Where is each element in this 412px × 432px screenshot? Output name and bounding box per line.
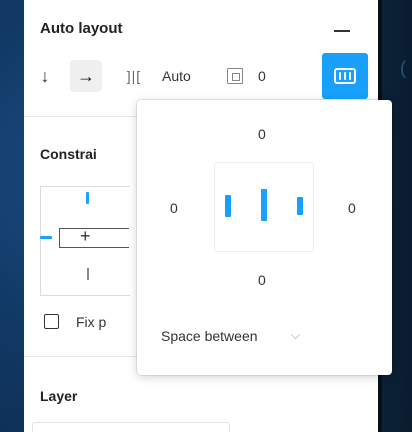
constraint-left-handle[interactable] — [40, 236, 52, 239]
padding-right-value[interactable]: 0 — [348, 200, 356, 216]
alignment-button[interactable] — [322, 53, 368, 99]
distribution-dropdown[interactable]: Space between — [161, 328, 258, 344]
alignment-icon-bar — [343, 72, 346, 80]
alignment-grid[interactable] — [214, 162, 314, 252]
alignment-bar-center — [261, 189, 267, 221]
spacing-between-icon[interactable]: ]|[ — [120, 60, 148, 92]
arrow-down-icon[interactable]: ↓ — [32, 60, 58, 92]
padding-value[interactable]: 0 — [258, 68, 266, 84]
minus-icon[interactable] — [334, 30, 350, 32]
constraints-title: Constrai — [40, 146, 97, 162]
alignment-icon-bar — [348, 72, 351, 80]
background-decoration: ( — [400, 58, 406, 78]
alignment-bar-left — [225, 195, 231, 217]
alignment-icon — [334, 68, 356, 84]
constraint-top-handle[interactable] — [86, 192, 89, 204]
layer-title: Layer — [40, 388, 78, 404]
padding-top-value[interactable]: 0 — [258, 126, 266, 142]
arrow-right-icon[interactable]: → — [70, 60, 102, 92]
layer-blend-row[interactable] — [32, 422, 230, 432]
constraint-bottom-handle[interactable] — [87, 268, 89, 280]
constraint-inner-box — [59, 228, 129, 248]
padding-left-value[interactable]: 0 — [170, 200, 178, 216]
spacing-value[interactable]: Auto — [162, 68, 191, 84]
padding-bottom-value[interactable]: 0 — [258, 272, 266, 288]
alignment-popover: 0 0 0 0 Space between ⌵ — [137, 100, 392, 375]
auto-layout-title: Auto layout — [40, 20, 123, 37]
plus-icon[interactable]: + — [80, 226, 91, 247]
fix-position-label: Fix p — [76, 314, 107, 330]
fix-position-checkbox[interactable] — [44, 314, 59, 329]
design-panel: Auto layout ↓ → ]|[ Auto 0 Constrai + Fi… — [24, 0, 392, 432]
alignment-icon-bar — [339, 72, 342, 80]
chevron-down-icon[interactable]: ⌵ — [291, 328, 300, 343]
alignment-bar-right — [297, 197, 303, 215]
padding-icon[interactable] — [227, 68, 243, 84]
